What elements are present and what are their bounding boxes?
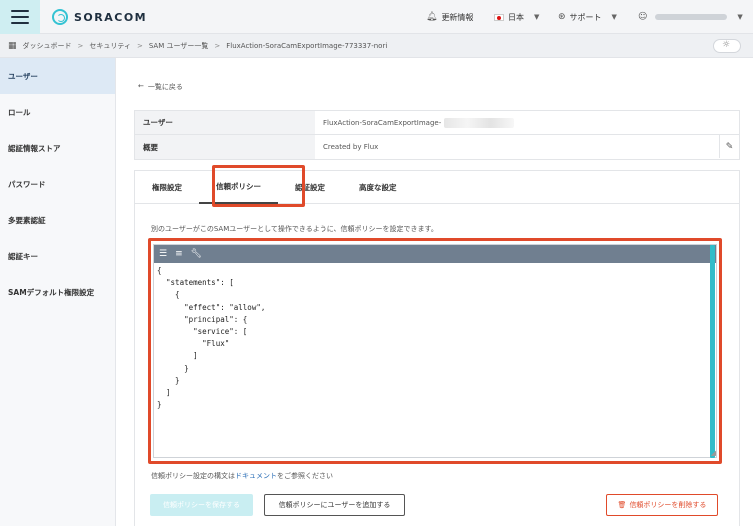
sidebar-item-mfa[interactable]: 多要素認証 — [0, 202, 115, 238]
bell-icon: 🔔︎ — [426, 12, 438, 22]
logo-text: SORACOM — [74, 10, 148, 24]
japan-flag-icon — [494, 13, 504, 21]
user-info-table: ユーザー FluxAction-SoraCamExportImage- 概要 C… — [134, 110, 740, 160]
language-label: 日本 — [508, 12, 524, 22]
tab-trust-policy[interactable]: 信頼ポリシー — [199, 171, 278, 204]
doc-prefix: 信頼ポリシー設定の構文は — [151, 472, 235, 480]
sidebar-item-password[interactable]: パスワード — [0, 166, 115, 202]
tab-advanced-settings[interactable]: 高度な設定 — [342, 171, 414, 204]
chevron-right-icon: > — [136, 41, 143, 50]
delete-button-label: 信頼ポリシーを削除する — [629, 501, 707, 509]
add-user-to-policy-button[interactable]: 信頼ポリシーにユーザーを追加する — [264, 494, 405, 516]
pencil-icon[interactable]: ✎ — [719, 135, 739, 158]
support-menu[interactable]: ⊛ サポート ▼ — [558, 0, 617, 34]
editor-highlight-frame: ☰ ≡ 🔧︎ { "statements": [ { "effect": "al… — [148, 238, 722, 464]
documentation-link[interactable]: ドキュメント — [235, 472, 277, 480]
user-icon: ☺ — [638, 12, 648, 22]
user-name: FluxAction-SoraCamExportImage- — [323, 118, 442, 127]
trash-icon: 🗑︎ — [617, 501, 627, 509]
language-select[interactable]: 日本 ▼ — [494, 0, 539, 34]
tab-bar: 権限設定 信頼ポリシー 認証設定 高度な設定 — [135, 171, 739, 204]
breadcrumb-current: FluxAction-SoraCamExportImage-773337-nor… — [226, 41, 388, 50]
delete-trust-policy-button[interactable]: 🗑︎ 信頼ポリシーを削除する — [606, 494, 718, 516]
sidebar: ユーザー ロール 認証情報ストア パスワード 多要素認証 認証キー SAMデフォ… — [0, 58, 116, 526]
back-link-label: 一覧に戻る — [147, 83, 183, 91]
save-trust-policy-button[interactable]: 信頼ポリシーを保存する — [150, 494, 253, 516]
chevron-down-icon: ▼ — [737, 13, 743, 21]
hamburger-menu-icon[interactable] — [0, 0, 40, 34]
breadcrumb-security[interactable]: セキュリティ — [89, 41, 131, 51]
policy-json-text[interactable]: { "statements": [ { "effect": "allow", "… — [154, 263, 716, 411]
editor-scrollbar[interactable] — [710, 245, 715, 458]
updates-label: 更新情報 — [441, 12, 474, 22]
breadcrumb-dashboard[interactable]: ダッシュボード — [23, 41, 72, 51]
documentation-note: 信頼ポリシー設定の構文はドキュメントをご参照ください — [151, 471, 333, 481]
updates-link[interactable]: 🔔︎ 更新情報 — [426, 0, 473, 34]
user-label: ユーザー — [135, 111, 315, 134]
support-label: サポート — [569, 12, 602, 22]
doc-suffix: をご参照ください — [277, 472, 333, 480]
summary-value: Created by Flux ✎ — [315, 135, 739, 159]
chevron-right-icon: > — [77, 41, 84, 50]
top-header: SORACOM 🔔︎ 更新情報 日本 ▼ ⊛ サポート ▼ ☺ ▼ — [0, 0, 753, 34]
back-link[interactable]: ← 一覧に戻る — [138, 82, 183, 92]
sidebar-item-credentials-store[interactable]: 認証情報ストア — [0, 130, 115, 166]
format-icon[interactable]: ☰ — [159, 249, 167, 259]
tab-auth-settings[interactable]: 認証設定 — [278, 171, 342, 204]
redacted-suffix — [444, 117, 515, 128]
soracom-logo-icon — [52, 9, 68, 25]
tab-permissions[interactable]: 権限設定 — [135, 171, 199, 204]
resize-handle-icon[interactable]: ◢ — [711, 449, 716, 457]
breadcrumb-sam-users[interactable]: SAM ユーザー一覧 — [149, 41, 209, 51]
user-value: FluxAction-SoraCamExportImage- — [315, 111, 739, 134]
compact-icon[interactable]: ≡ — [175, 249, 183, 259]
chevron-down-icon: ▼ — [534, 13, 540, 21]
sidebar-item-users[interactable]: ユーザー — [0, 58, 115, 94]
summary-row: 概要 Created by Flux ✎ — [135, 135, 739, 159]
json-editor[interactable]: ☰ ≡ 🔧︎ { "statements": [ { "effect": "al… — [153, 244, 717, 458]
summary-text: Created by Flux — [323, 143, 379, 151]
summary-label: 概要 — [135, 135, 315, 159]
trust-policy-description: 別のユーザーがこのSAMユーザーとして操作できるように、信頼ポリシーを設定できま… — [151, 225, 438, 233]
editor-toolbar: ☰ ≡ 🔧︎ — [154, 245, 716, 263]
redacted-username — [655, 14, 728, 20]
chevron-right-icon: > — [214, 41, 221, 50]
user-menu[interactable]: ☺ ▼ — [638, 0, 743, 34]
theme-toggle[interactable] — [713, 39, 741, 53]
sidebar-item-roles[interactable]: ロール — [0, 94, 115, 130]
chevron-down-icon: ▼ — [611, 13, 617, 21]
main-content: ← 一覧に戻る ユーザー FluxAction-SoraCamExportIma… — [116, 58, 753, 526]
user-row: ユーザー FluxAction-SoraCamExportImage- — [135, 111, 739, 135]
soracom-logo[interactable]: SORACOM — [52, 9, 147, 25]
lifebuoy-icon: ⊛ — [558, 12, 566, 22]
arrow-left-icon: ← — [138, 82, 144, 90]
breadcrumb: ▦ ダッシュボード > セキュリティ > SAM ユーザー一覧 > FluxAc… — [0, 34, 753, 58]
grid-icon: ▦ — [8, 40, 17, 51]
sidebar-item-sam-default-permissions[interactable]: SAMデフォルト権限設定 — [0, 274, 115, 310]
sidebar-item-auth-keys[interactable]: 認証キー — [0, 238, 115, 274]
wrench-icon[interactable]: 🔧︎ — [191, 249, 202, 259]
